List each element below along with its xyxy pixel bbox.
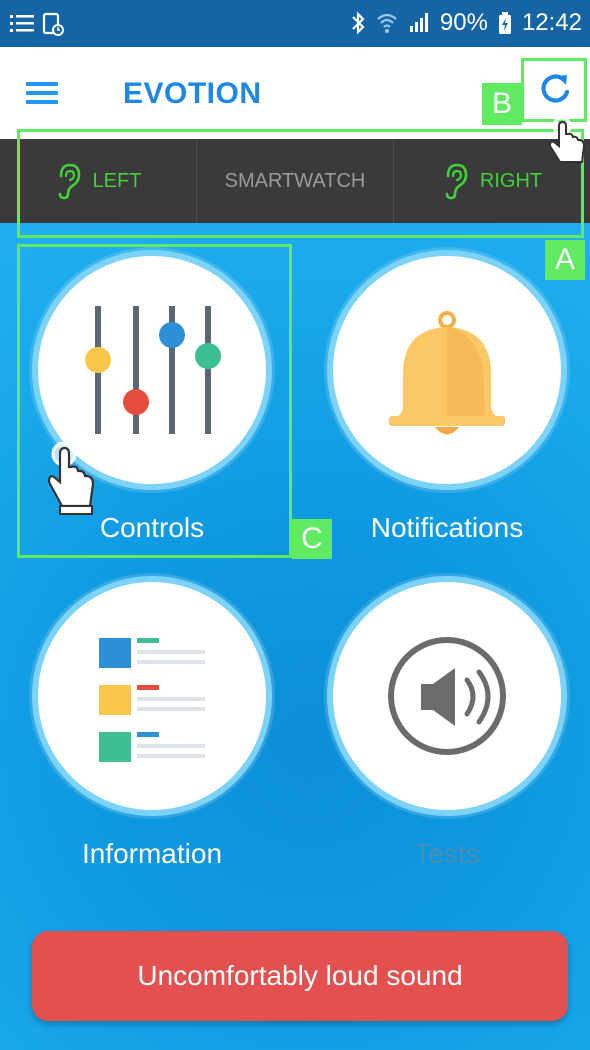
tests-disc xyxy=(327,576,567,816)
tests-tile[interactable]: Tests xyxy=(302,576,590,870)
hamburger-menu-icon[interactable] xyxy=(26,82,58,104)
clock: 12:42 xyxy=(521,9,582,36)
wifi-icon xyxy=(377,13,397,33)
loud-sound-button-label: Uncomfortably loud sound xyxy=(137,960,463,991)
bell-icon xyxy=(389,311,505,435)
annotation-label-a: A xyxy=(545,240,585,280)
tab-right-label: RIGHT xyxy=(479,169,543,192)
tab-left-device[interactable]: LEFT xyxy=(0,139,196,223)
tap-hand-icon-refresh xyxy=(548,116,586,163)
ear-right-icon xyxy=(445,163,468,200)
notifications-disc xyxy=(327,250,567,490)
status-bar: 90% 12:42 xyxy=(0,0,590,47)
tab-smartwatch[interactable]: SMARTWATCH xyxy=(196,139,393,223)
annotation-label-c: C xyxy=(292,519,332,559)
information-disc xyxy=(32,576,272,816)
uncomfortably-loud-sound-button[interactable]: Uncomfortably loud sound xyxy=(32,931,568,1021)
device-tabs: LEFT SMARTWATCH RIGHT xyxy=(0,139,590,223)
bluetooth-icon xyxy=(352,11,365,35)
annotation-label-b: B xyxy=(482,83,522,125)
information-label: Information xyxy=(81,838,223,869)
main-panel: Controls Notifications Information Tests… xyxy=(0,223,590,1050)
refresh-icon xyxy=(541,74,570,103)
speaker-volume-icon xyxy=(388,637,506,755)
notifications-label: Notifications xyxy=(370,512,524,543)
app-title: EVOTION xyxy=(123,77,262,110)
controls-label: Controls xyxy=(99,512,205,543)
info-list-icon xyxy=(99,638,205,762)
ear-left-icon xyxy=(58,163,80,200)
notifications-tile[interactable]: Notifications xyxy=(302,250,590,544)
status-left-icons xyxy=(10,12,64,36)
battery-charging-icon xyxy=(498,12,511,34)
tab-smartwatch-label: SMARTWATCH xyxy=(224,169,366,192)
screenshot-icon xyxy=(42,12,64,36)
tests-label: Tests xyxy=(414,838,480,869)
status-right-icons: 90% 12:42 xyxy=(350,9,582,37)
list-icon xyxy=(10,15,34,32)
tab-left-label: LEFT xyxy=(92,169,142,192)
signal-icon xyxy=(409,13,428,32)
information-tile[interactable]: Information xyxy=(7,576,297,870)
tap-hand-icon-controls xyxy=(47,441,95,515)
battery-percent: 90% xyxy=(439,9,488,36)
refresh-button[interactable] xyxy=(524,59,586,121)
